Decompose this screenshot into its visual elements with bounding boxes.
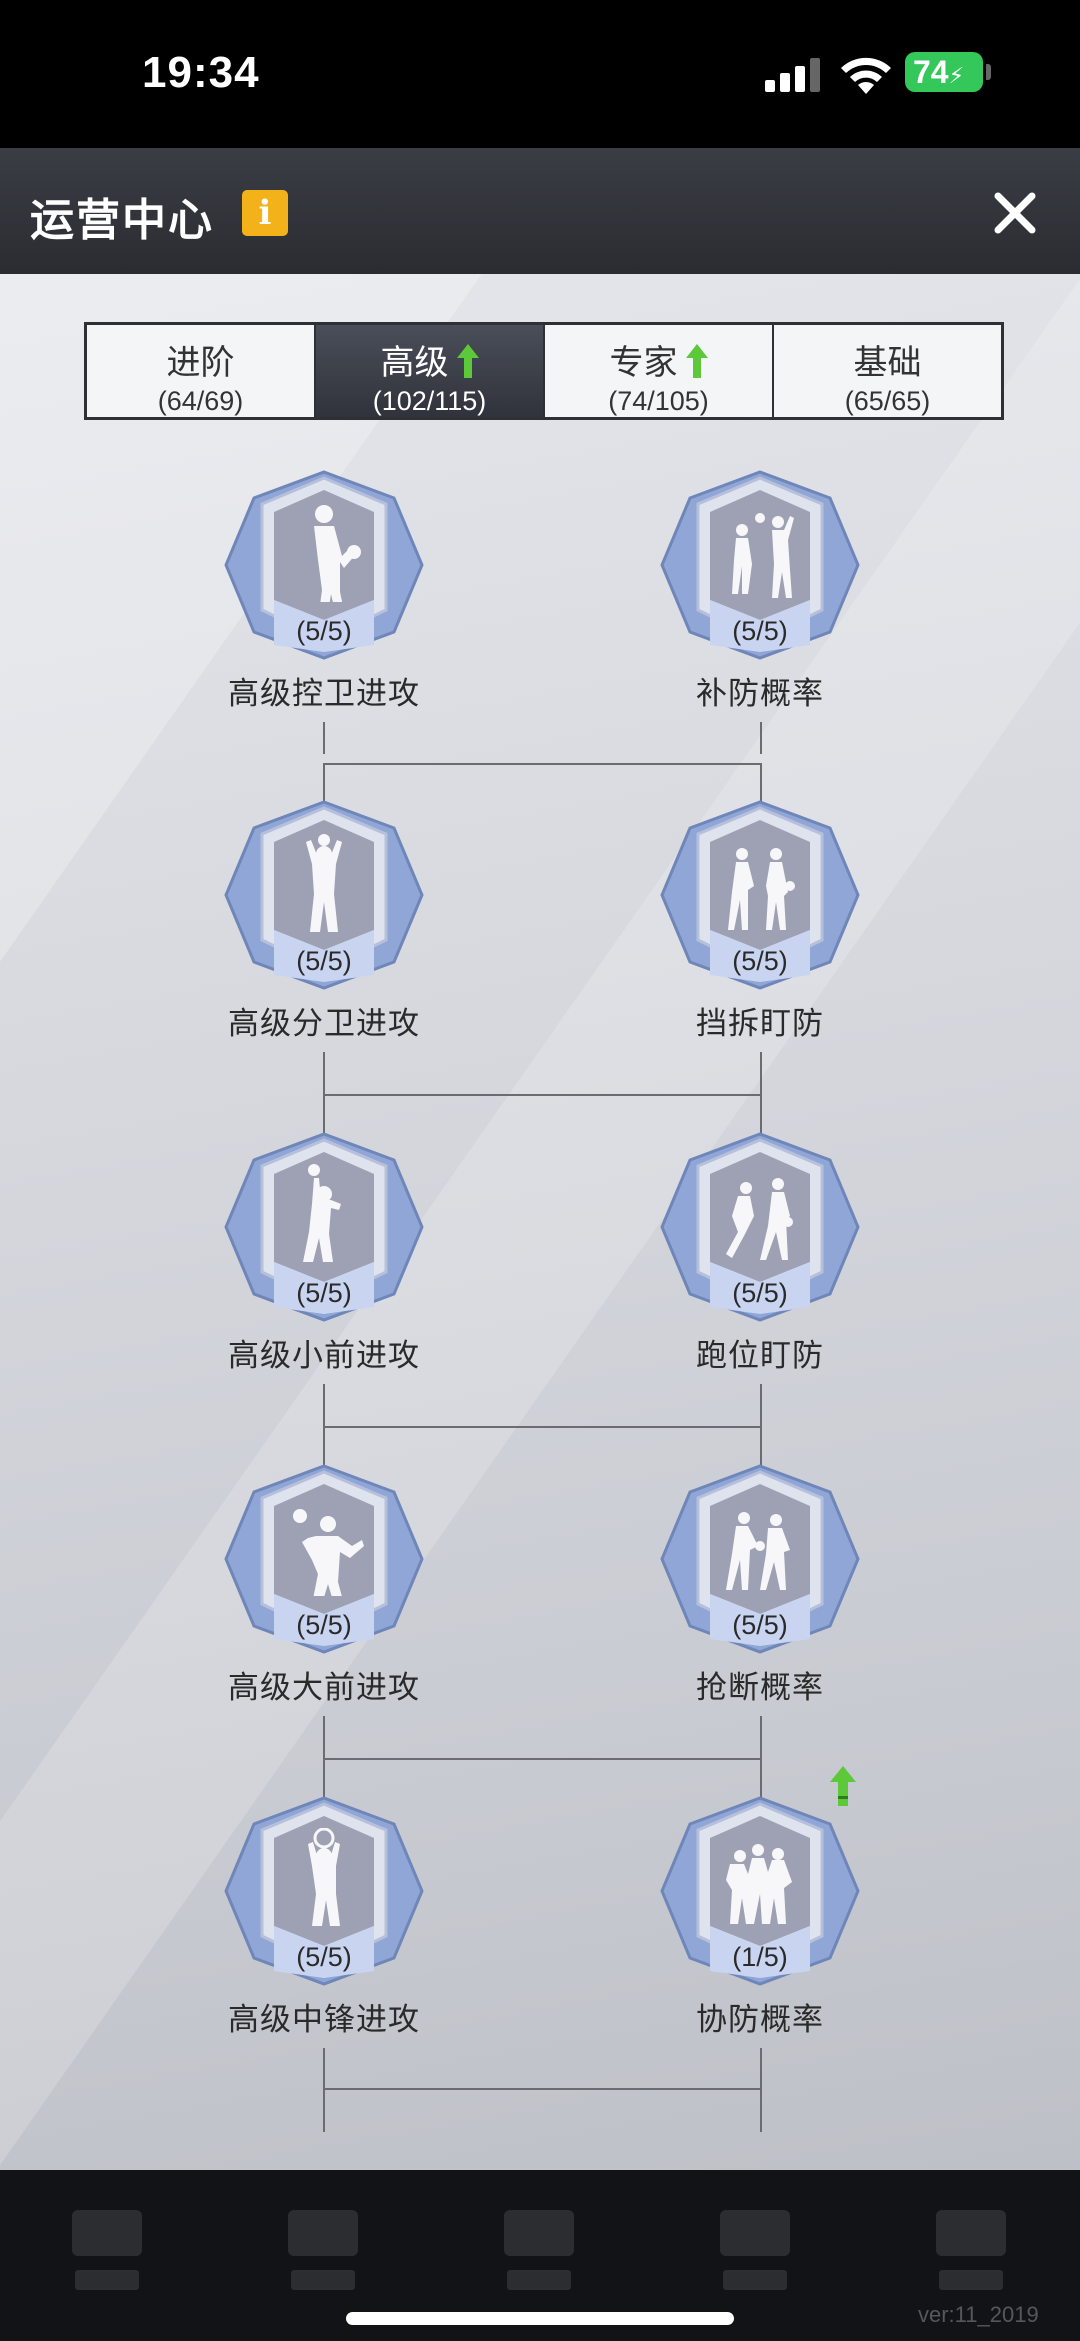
tier-tabs: 进阶 (64/69) 高级 (102/115) 专家 (74/105) 基础 (… [84, 322, 1004, 420]
upgrade-arrow-icon [830, 1766, 856, 1806]
pick-roll-defense-icon [728, 848, 795, 930]
tab-expert[interactable]: 专家 (74/105) [545, 325, 774, 417]
connector-line [323, 2088, 762, 2090]
skill-node[interactable]: (5/5) 抢断概率 [660, 1464, 860, 1705]
page-title: 运营中心 [30, 196, 214, 245]
tab-label: 基础 [853, 344, 922, 382]
skill-node[interactable]: (5/5) 高级小前进攻 [224, 1132, 424, 1373]
connector-line [323, 1426, 762, 1428]
connector-line [323, 764, 325, 804]
nav-item[interactable] [278, 2210, 368, 2300]
skill-progress: (1/5) [732, 1942, 788, 1972]
power-forward-icon [293, 1509, 364, 1596]
version-label: ver:11_2019 [918, 2302, 1039, 2327]
connector-line [323, 2048, 325, 2132]
connector-line [323, 763, 762, 765]
connector-line [323, 1094, 762, 1096]
battery-icon: 74⚡ [905, 52, 983, 92]
skill-progress: (5/5) [732, 616, 788, 646]
cellular-signal-icon [765, 58, 821, 92]
skill-progress: (5/5) [296, 1610, 352, 1640]
skill-label: 高级中锋进攻 [228, 2002, 420, 2037]
skill-progress: (5/5) [732, 1278, 788, 1308]
nav-item[interactable] [710, 2210, 800, 2300]
help-defense-icon [732, 513, 794, 598]
page-header: 运营中心 i [0, 148, 1080, 276]
team-defense-icon [726, 1844, 792, 1924]
connector-line [323, 1758, 762, 1760]
skill-node[interactable]: (5/5) 高级控卫进攻 [224, 470, 424, 711]
skill-progress: (5/5) [296, 946, 352, 976]
tab-advanced[interactable]: 进阶 (64/69) [87, 325, 316, 417]
connector-line [323, 722, 325, 754]
tab-count: (74/105) [608, 386, 709, 416]
tab-basic[interactable]: 基础 (65/65) [774, 325, 1001, 417]
tab-count: (102/115) [372, 386, 487, 416]
skill-node[interactable]: (5/5) 高级中锋进攻 [224, 1796, 424, 2037]
nav-item[interactable] [926, 2210, 1016, 2300]
skill-progress: (5/5) [296, 1278, 352, 1308]
info-button[interactable]: i [242, 190, 288, 236]
skill-progress: (5/5) [296, 1942, 352, 1972]
skill-node[interactable]: (5/5) 补防概率 [660, 470, 860, 711]
skill-node[interactable]: (5/5) 高级分卫进攻 [224, 800, 424, 1041]
tab-label: 进阶 [166, 344, 235, 382]
tab-senior[interactable]: 高级 (102/115) [316, 325, 545, 417]
nav-item[interactable] [62, 2210, 152, 2300]
off-ball-defense-icon [726, 1178, 793, 1260]
status-time: 19:34 [142, 48, 260, 97]
wifi-icon [841, 57, 891, 94]
skill-node[interactable]: (1/5) 协防概率 [660, 1766, 860, 2037]
skill-node[interactable]: (5/5) 高级大前进攻 [224, 1464, 424, 1705]
connector-line [760, 2048, 762, 2132]
connector-line [760, 764, 762, 804]
bottom-nav: ver:11_2019 [0, 2170, 1080, 2341]
skill-node[interactable]: (5/5) 挡拆盯防 [660, 800, 860, 1041]
skill-tree-panel: 进阶 (64/69) 高级 (102/115) 专家 (74/105) 基础 (… [0, 274, 1080, 2170]
skill-label: 补防概率 [696, 676, 824, 711]
skill-label: 挡拆盯防 [696, 1006, 824, 1041]
skill-progress: (5/5) [732, 1610, 788, 1640]
skill-progress: (5/5) [296, 616, 352, 646]
skill-label: 高级分卫进攻 [228, 1006, 420, 1041]
skill-label: 高级小前进攻 [228, 1338, 420, 1373]
skill-label: 高级控卫进攻 [228, 676, 420, 711]
small-forward-icon [303, 1164, 341, 1262]
upgrade-arrow-icon [685, 344, 708, 378]
battery-tip [986, 64, 991, 80]
skill-label: 跑位盯防 [696, 1338, 824, 1373]
upgrade-arrow-icon [456, 344, 479, 378]
skill-label: 抢断概率 [696, 1670, 824, 1705]
home-indicator[interactable] [346, 2312, 734, 2325]
skill-progress: (5/5) [732, 946, 788, 976]
skill-node[interactable]: (5/5) 跑位盯防 [660, 1132, 860, 1373]
tab-label: 高级 [380, 344, 449, 382]
skill-label: 高级大前进攻 [228, 1670, 420, 1705]
steal-icon [726, 1512, 790, 1590]
battery-level: 74 [913, 54, 949, 90]
skill-label: 协防概率 [696, 2002, 824, 2037]
shooter-icon [306, 834, 342, 932]
center-dunk-icon [308, 1828, 340, 1926]
tab-label: 专家 [609, 344, 678, 382]
tab-count: (64/69) [157, 386, 244, 416]
status-bar: 19:34 74⚡ [0, 0, 1080, 148]
dribbler-icon [314, 505, 361, 602]
nav-item[interactable] [494, 2210, 584, 2300]
tab-count: (65/65) [844, 386, 931, 416]
connector-line [760, 722, 762, 754]
close-icon[interactable] [990, 188, 1040, 238]
